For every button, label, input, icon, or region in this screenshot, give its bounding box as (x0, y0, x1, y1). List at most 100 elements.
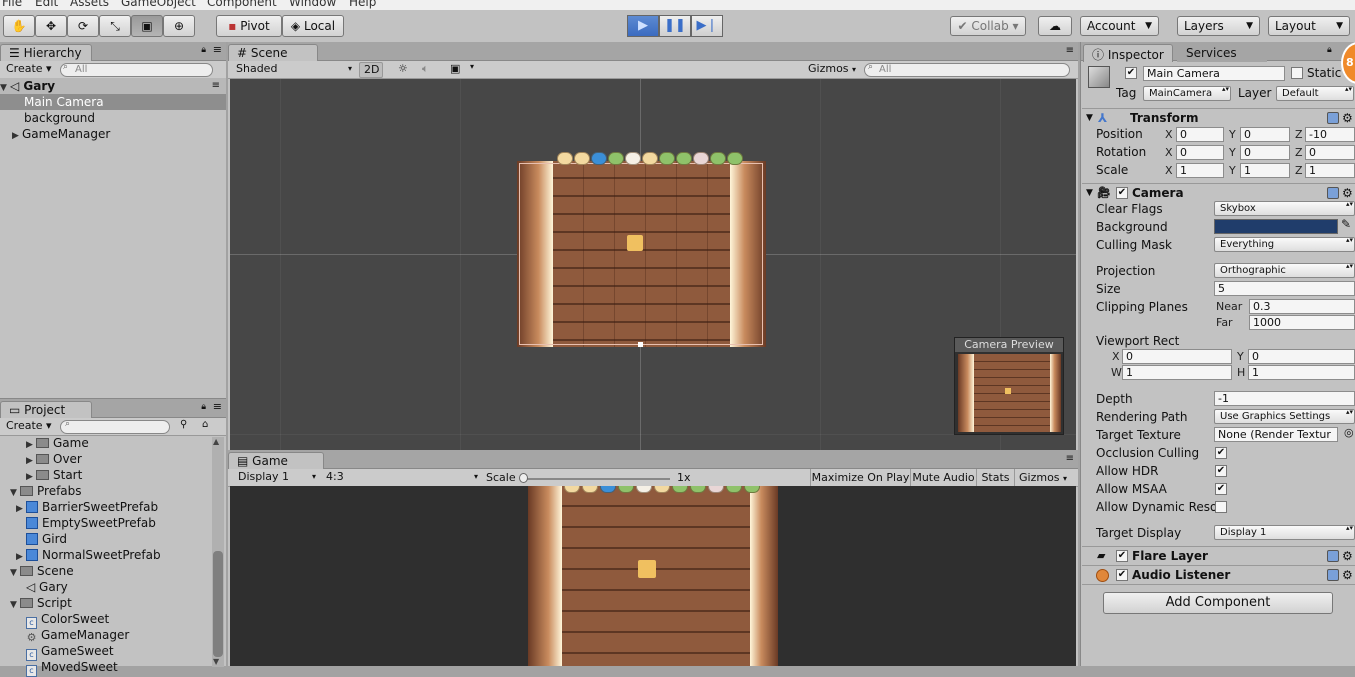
allow-hdr-checkbox[interactable]: ✔ (1215, 465, 1227, 477)
project-item[interactable]: ▼ Prefabs (0, 483, 210, 499)
panel-menu-icon[interactable]: ≡ (213, 43, 222, 56)
project-create-button[interactable]: Create ▾ (2, 419, 52, 435)
move-tool-button[interactable]: ✥ (35, 15, 67, 37)
menu-help[interactable]: Help (349, 0, 376, 9)
aspect-dropdown[interactable]: 4:3 ▾ (322, 470, 480, 486)
allow-msaa-checkbox[interactable]: ✔ (1215, 483, 1227, 495)
shading-mode-dropdown[interactable]: Shaded ▾ (232, 62, 354, 78)
hierarchy-item-gamemanager[interactable]: ▶ GameManager (0, 126, 226, 142)
rotation-y-field[interactable]: 0 (1240, 145, 1290, 160)
scale-tool-button[interactable]: ⤡ (99, 15, 131, 37)
project-item[interactable]: ▼ Scene (0, 563, 210, 579)
gear-icon[interactable]: ⚙ (1342, 184, 1353, 202)
flare-layer-checkbox[interactable]: ✔ (1116, 550, 1128, 562)
vp-y-field[interactable]: 0 (1248, 349, 1355, 364)
scale-y-field[interactable]: 1 (1240, 163, 1290, 178)
scroll-up-icon[interactable]: ▲ (213, 437, 219, 446)
sun-lighting-icon[interactable]: ☼ (398, 62, 408, 75)
project-item[interactable]: ▶ Over (0, 451, 210, 467)
active-checkbox[interactable]: ✔ (1125, 67, 1137, 79)
project-item[interactable]: ▶ Game (0, 435, 210, 451)
hierarchy-create-button[interactable]: Create ▾ (2, 62, 52, 78)
add-component-button[interactable]: Add Component (1103, 592, 1333, 614)
scene-viewport[interactable]: Camera Preview (230, 79, 1076, 450)
hand-tool-button[interactable]: ✋ (3, 15, 35, 37)
audio-listener-checkbox[interactable]: ✔ (1116, 569, 1128, 581)
eyedropper-icon[interactable]: ✎ (1341, 217, 1351, 231)
project-item[interactable]: ⚙ GameManager (0, 627, 210, 643)
project-scrollbar[interactable]: ▲ ▼ (212, 437, 224, 667)
project-item[interactable]: c GameSweet (0, 643, 210, 661)
cloud-button[interactable]: ☁ (1038, 16, 1072, 36)
rotation-x-field[interactable]: 0 (1176, 145, 1224, 160)
scroll-down-icon[interactable]: ▼ (213, 657, 219, 666)
tag-dropdown[interactable]: MainCamera (1143, 86, 1231, 101)
scale-slider-thumb[interactable] (519, 473, 528, 483)
layout-dropdown[interactable]: Layout ▼ (1268, 16, 1350, 36)
menu-file[interactable]: File (2, 0, 22, 9)
gear-icon[interactable]: ⚙ (1342, 547, 1353, 565)
game-gizmos-dropdown[interactable]: Gizmos ▾ (1014, 469, 1074, 486)
collab-button[interactable]: ✔ Collab ▾ (950, 16, 1026, 36)
menu-assets[interactable]: Assets (70, 0, 109, 9)
camera-enabled-checkbox[interactable]: ✔ (1116, 187, 1128, 199)
target-texture-field[interactable]: None (Render Textur (1214, 427, 1338, 442)
scale-z-field[interactable]: 1 (1305, 163, 1355, 178)
size-field[interactable]: 5 (1214, 281, 1355, 296)
rendering-path-dropdown[interactable]: Use Graphics Settings (1214, 409, 1355, 424)
hierarchy-item-background[interactable]: background (0, 110, 226, 126)
flare-layer-header[interactable]: ▰ ✔ Flare Layer ⚙ (1082, 546, 1355, 565)
menu-window[interactable]: Window (289, 0, 336, 9)
pivot-toggle-button[interactable]: ▪ Pivot (216, 15, 282, 37)
static-checkbox[interactable] (1291, 67, 1303, 79)
tab-scene[interactable]: # Scene (228, 44, 318, 62)
maximize-on-play-toggle[interactable]: Maximize On Play (810, 469, 910, 486)
tab-game[interactable]: ▤ Game (228, 452, 324, 470)
layers-dropdown[interactable]: Layers ▼ (1177, 16, 1260, 36)
rotate-tool-button[interactable]: ⟳ (67, 15, 99, 37)
position-x-field[interactable]: 0 (1176, 127, 1224, 142)
panel-menu-icon[interactable]: ≡ (1066, 453, 1074, 464)
project-item[interactable]: ▼ Script (0, 595, 210, 611)
image-effects-icon[interactable]: ▣ (450, 62, 460, 75)
mute-audio-toggle[interactable]: Mute Audio (910, 469, 976, 486)
layer-dropdown[interactable]: Default (1276, 86, 1354, 101)
background-color-swatch[interactable] (1214, 219, 1338, 234)
tab-project[interactable]: ▭ Project (0, 401, 92, 419)
project-item[interactable]: ▶ NormalSweetPrefab (0, 547, 210, 563)
menu-component[interactable]: Component (207, 0, 277, 9)
far-field[interactable]: 1000 (1249, 315, 1355, 330)
occlusion-culling-checkbox[interactable]: ✔ (1215, 447, 1227, 459)
pause-button[interactable]: ❚❚ (659, 15, 691, 37)
help-book-icon[interactable] (1327, 187, 1339, 199)
position-z-field[interactable]: -10 (1305, 127, 1355, 142)
position-y-field[interactable]: 0 (1240, 127, 1290, 142)
notification-badge[interactable]: 8 (1341, 42, 1355, 84)
project-item[interactable]: ▶ BarrierSweetPrefab (0, 499, 210, 515)
gear-icon[interactable]: ⚙ (1342, 109, 1353, 127)
tab-hierarchy[interactable]: ☰ Hierarchy (0, 44, 92, 62)
step-button[interactable]: ▶❘ (691, 15, 723, 37)
scrollbar-thumb[interactable] (213, 551, 223, 657)
scene-gizmos-dropdown[interactable]: Gizmos ▾ (804, 62, 858, 78)
scene-search-input[interactable]: All (864, 63, 1070, 77)
scale-x-field[interactable]: 1 (1176, 163, 1224, 178)
hierarchy-item-main-camera[interactable]: Main Camera (0, 94, 226, 110)
menu-gameobject[interactable]: GameObject (121, 0, 196, 9)
tab-inspector[interactable]: ⓘ Inspector (1083, 44, 1173, 62)
project-search-input[interactable] (60, 420, 170, 434)
project-item[interactable]: ▶ Start (0, 467, 210, 483)
project-item[interactable]: ◁ Gary (0, 579, 210, 595)
tab-services[interactable]: Services (1177, 44, 1267, 62)
hierarchy-scene-root[interactable]: ▼ ◁ Gary ≡ (0, 78, 226, 94)
play-button[interactable]: ▶ (627, 15, 659, 37)
help-book-icon[interactable] (1327, 569, 1339, 581)
rect-tool-button[interactable]: ▣ (131, 15, 163, 37)
depth-field[interactable]: -1 (1214, 391, 1355, 406)
vp-x-field[interactable]: 0 (1122, 349, 1232, 364)
scale-slider-track[interactable] (522, 478, 670, 480)
chevron-down-icon[interactable]: ▾ (470, 62, 474, 71)
lock-icon[interactable]: 🔒︎ (1327, 45, 1332, 55)
clear-flags-dropdown[interactable]: Skybox (1214, 201, 1355, 216)
rect-handle[interactable] (638, 342, 643, 347)
